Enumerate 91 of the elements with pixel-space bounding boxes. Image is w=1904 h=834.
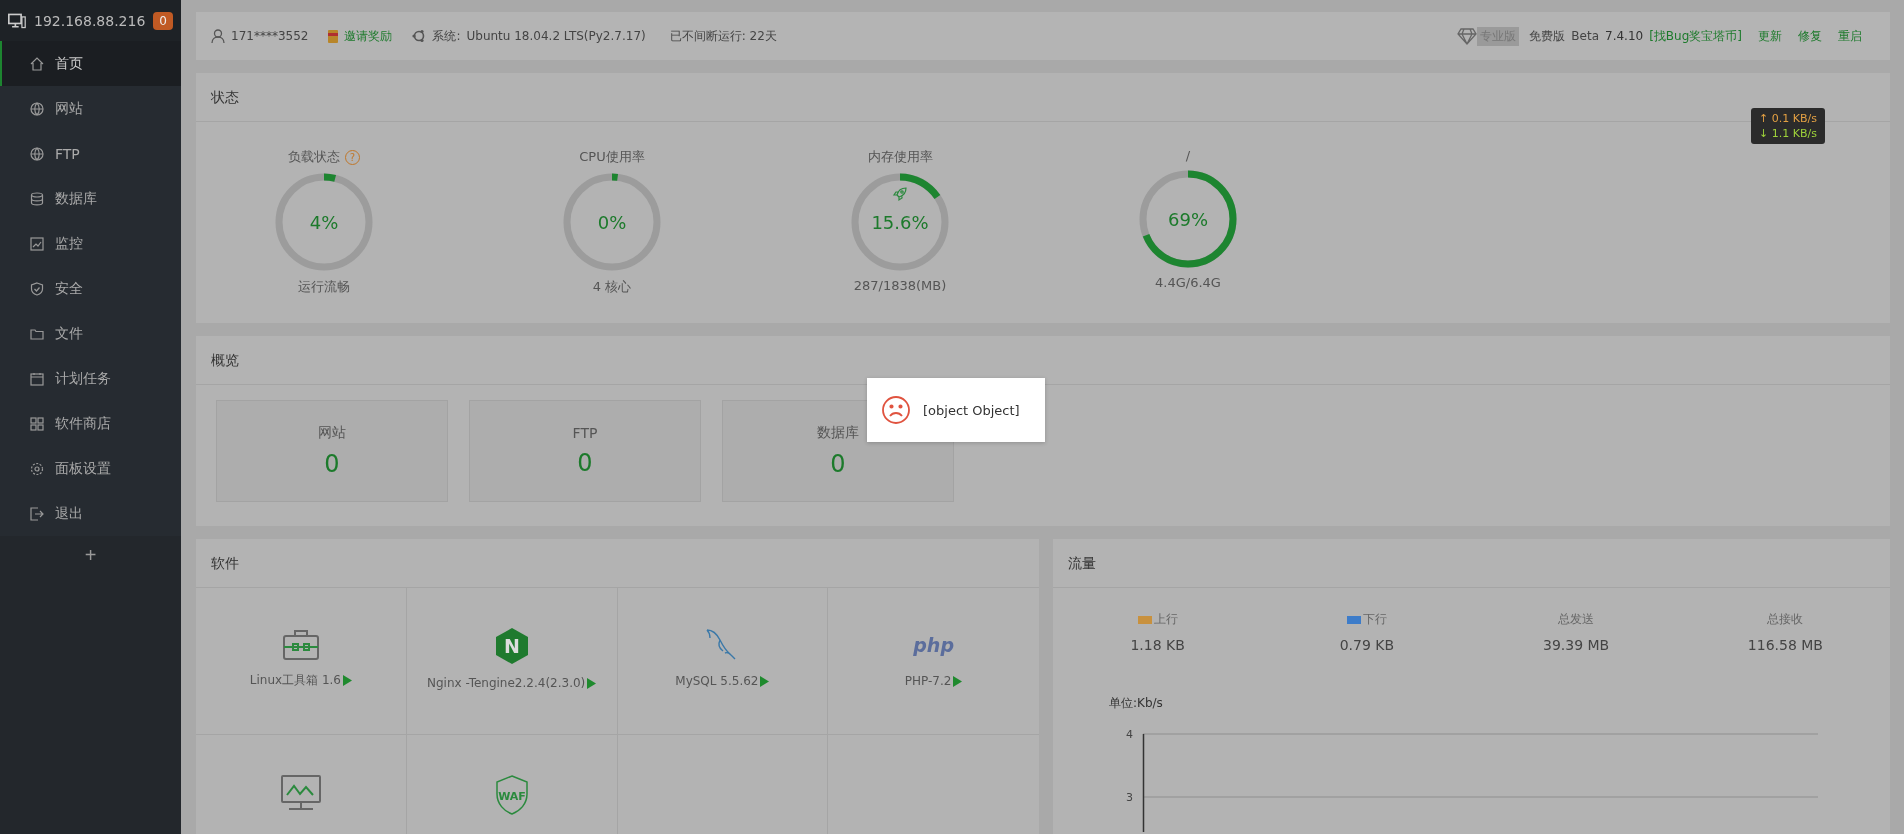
overview-label: FTP <box>572 425 598 441</box>
panel-action-link[interactable]: 重启 <box>1838 27 1862 45</box>
gauge-caption: 287/1838(MB) <box>853 278 947 293</box>
nav-item[interactable]: 数据库 <box>0 176 181 221</box>
system-info: Ubuntu 18.04.2 LTS(Py2.7.17) <box>466 29 646 43</box>
gauge-caption: 4.4G/6.4G <box>1155 275 1221 290</box>
gauge-title: 内存使用率 <box>867 148 933 166</box>
gauge-value: 4% <box>309 211 339 233</box>
nav-item[interactable]: 计划任务 <box>0 356 181 401</box>
globe-icon <box>30 146 44 161</box>
software-name[interactable]: Linux工具箱 1.6 <box>249 672 341 689</box>
gauge-title: CPU使用率 <box>579 148 645 166</box>
gift-icon <box>328 29 339 43</box>
grid-icon <box>30 416 44 431</box>
axis-tick-label: 3 <box>1126 791 1133 804</box>
add-button[interactable]: + <box>72 538 109 573</box>
traffic-label: 下行 <box>1362 611 1387 628</box>
calendar-icon <box>30 371 44 386</box>
nginx-logo[interactable]: N <box>495 628 528 664</box>
overview-count: 0 <box>577 449 593 477</box>
play-icon[interactable] <box>953 675 963 687</box>
nav-item[interactable]: FTP <box>0 131 181 176</box>
sad-face-icon <box>881 395 911 425</box>
traffic-value: 0.79 KB <box>1339 637 1395 653</box>
software-name[interactable]: MySQL 5.5.62 <box>675 674 759 688</box>
panel-title: 流量 <box>1053 539 1890 588</box>
monitor-icon <box>30 236 44 251</box>
overview-card[interactable]: 网站 0 <box>216 400 448 502</box>
nav-item[interactable]: 退出 <box>0 491 181 536</box>
system-label: 系统: <box>432 27 461 45</box>
play-icon[interactable] <box>343 675 352 686</box>
nav-item[interactable]: 面板设置 <box>0 446 181 491</box>
shield-icon <box>30 281 44 296</box>
edition-label: 免费版 <box>1529 27 1566 45</box>
database-icon <box>30 191 44 206</box>
axis-tick-label: 4 <box>1126 728 1133 741</box>
nav-item[interactable]: 网站 <box>0 86 181 131</box>
logout-icon <box>30 506 44 521</box>
user-account: 171****3552 <box>231 29 309 43</box>
waf-shield-logo[interactable]: WAF <box>494 775 529 815</box>
download-speed: ↓ 1.1 KB/s <box>1759 127 1817 140</box>
monitor-chart-icon[interactable] <box>280 775 321 811</box>
notification-count[interactable]: 0 <box>153 11 173 30</box>
chart-unit-label: 单位:Kb/s <box>1109 695 1163 712</box>
nav-item[interactable]: 安全 <box>0 266 181 311</box>
gear-icon <box>30 461 44 476</box>
panel-action-link[interactable]: 更新 <box>1758 27 1782 45</box>
toolbox-icon[interactable] <box>282 628 319 660</box>
nav-item[interactable]: 文件 <box>0 311 181 356</box>
globe-icon <box>30 101 44 116</box>
version-number: 7.4.10 <box>1605 29 1644 43</box>
gauge-title: 负载状态 <box>288 148 340 166</box>
computer-icon <box>8 11 26 30</box>
upload-speed: ↑ 0.1 KB/s <box>1759 112 1817 125</box>
overview-card[interactable]: FTP 0 <box>469 400 701 502</box>
traffic-label: 总接收 <box>1767 611 1804 628</box>
traffic-value: 116.58 MB <box>1747 637 1823 653</box>
gauge-caption: 运行流畅 <box>298 278 350 296</box>
home-icon <box>30 56 44 71</box>
bug-bounty-link[interactable]: [找Bug奖宝塔币] <box>1649 27 1742 45</box>
software-name[interactable]: Nginx -Tengine2.2.4(2.3.0) <box>426 676 586 690</box>
play-icon[interactable] <box>760 675 770 687</box>
diamond-icon <box>1457 27 1478 45</box>
gauge-value: 69% <box>1168 208 1208 230</box>
panel-title: 软件 <box>196 539 1039 588</box>
overview-count: 0 <box>830 450 846 478</box>
beta-label: Beta <box>1571 29 1599 43</box>
overview-label: 网站 <box>318 424 346 442</box>
gauge-value: 0% <box>597 211 627 233</box>
ubuntu-logo-icon <box>412 29 427 43</box>
traffic-value: 39.39 MB <box>1543 637 1610 653</box>
software-name[interactable]: PHP-7.2 <box>904 674 952 688</box>
traffic-value: 1.18 KB <box>1130 637 1185 653</box>
nav-item[interactable]: 监控 <box>0 221 181 266</box>
user-icon <box>211 28 225 44</box>
invite-reward-link[interactable]: 邀请奖励 <box>344 27 393 45</box>
php-logo[interactable]: php <box>913 628 954 662</box>
play-icon[interactable] <box>587 677 597 689</box>
uptime: 已不间断运行: 22天 <box>669 27 777 45</box>
folder-icon <box>30 326 44 341</box>
gauge-value: 15.6% <box>871 211 929 233</box>
nav-item[interactable]: 首页 <box>0 41 181 86</box>
nav-item[interactable]: 软件商店 <box>0 401 181 446</box>
gauge-title: / <box>1185 148 1191 163</box>
gauge-caption: 4 核心 <box>592 278 632 296</box>
overview-label: 数据库 <box>817 424 859 442</box>
server-address: 192.168.88.216 <box>34 12 146 29</box>
overview-count: 0 <box>324 450 340 478</box>
rocket-icon[interactable] <box>892 186 908 202</box>
panel-action-link[interactable]: 修复 <box>1798 27 1822 45</box>
traffic-label: 总发送 <box>1558 611 1595 628</box>
